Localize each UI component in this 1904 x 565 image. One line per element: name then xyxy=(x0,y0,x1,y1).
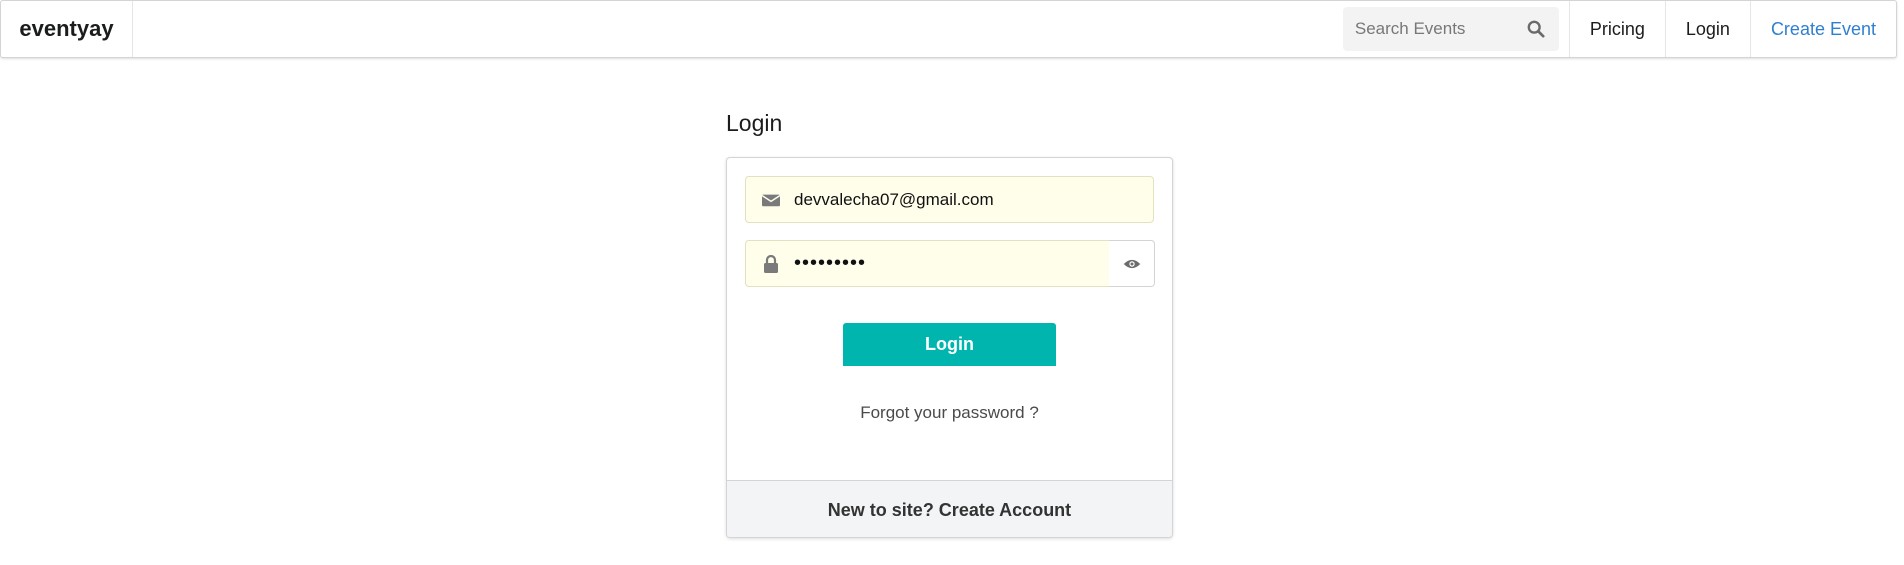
eye-icon xyxy=(1123,259,1140,268)
login-card: Login Forgot your password ? New to site… xyxy=(726,157,1173,538)
show-password-button[interactable] xyxy=(1109,240,1155,287)
envelope-icon xyxy=(762,194,780,206)
top-navbar: eventyay Pricing Login Create Event xyxy=(0,0,1897,58)
create-account-link[interactable]: New to site? Create Account xyxy=(727,480,1172,537)
email-input[interactable] xyxy=(794,189,1114,210)
password-field-wrapper xyxy=(745,240,1110,287)
lock-icon xyxy=(764,254,778,273)
search-input[interactable] xyxy=(1354,19,1515,39)
forgot-password-link[interactable]: Forgot your password ? xyxy=(727,403,1172,423)
password-input[interactable] xyxy=(794,252,1109,275)
search-box xyxy=(1342,7,1559,51)
nav-pricing[interactable]: Pricing xyxy=(1568,1,1665,57)
nav-login[interactable]: Login xyxy=(1664,1,1750,57)
search-icon[interactable] xyxy=(1527,20,1545,38)
brand-logo[interactable]: eventyay xyxy=(1,1,133,57)
search-container xyxy=(1342,1,1569,57)
navbar-spacer xyxy=(133,1,1343,57)
page-title: Login xyxy=(726,110,783,136)
email-field-wrapper xyxy=(745,176,1154,223)
login-submit-button[interactable]: Login xyxy=(843,323,1056,366)
nav-create-event[interactable]: Create Event xyxy=(1749,1,1896,57)
